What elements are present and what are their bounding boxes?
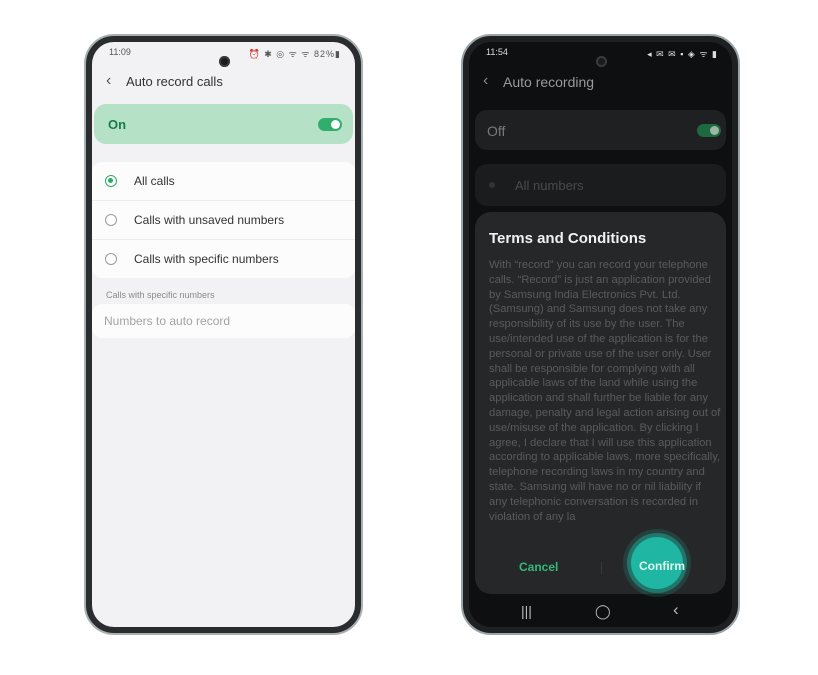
- master-toggle-switch[interactable]: [697, 124, 721, 137]
- option-unsaved-numbers[interactable]: Calls with unsaved numbers: [92, 200, 355, 239]
- status-time: 11:09: [109, 47, 131, 57]
- radio-unselected-icon[interactable]: [105, 214, 117, 226]
- terms-dialog: Terms and Conditions With “record” you c…: [475, 212, 726, 594]
- status-time: 11:54: [486, 47, 508, 57]
- back-arrow-icon[interactable]: ‹: [106, 72, 111, 90]
- page-title: Auto recording: [503, 74, 595, 90]
- numbers-field-container: [92, 304, 355, 338]
- button-divider: [601, 562, 602, 574]
- home-icon[interactable]: ◯: [595, 603, 611, 620]
- radio-icon: [489, 182, 495, 188]
- master-toggle-switch[interactable]: [318, 118, 342, 131]
- dialog-body-text: With “record” you can record your teleph…: [489, 259, 721, 523]
- page-title: Auto record calls: [126, 74, 223, 89]
- front-camera: [219, 56, 230, 67]
- app-bar: ‹ Auto recording: [469, 66, 732, 98]
- status-icons: ⏰ ✱ ◎ ᯤ ᯤ 82%▮: [248, 49, 341, 59]
- status-icons: ◂ ✉ ✉ ▪ ◈ ᯤ ▮: [647, 49, 718, 59]
- confirm-button[interactable]: Confirm: [633, 558, 691, 574]
- recents-icon[interactable]: |||: [521, 603, 532, 619]
- master-switch-label: On: [108, 117, 127, 132]
- radio-selected-icon[interactable]: [105, 175, 117, 187]
- right-phone-screen: 11:54 ◂ ✉ ✉ ▪ ◈ ᯤ ▮ ‹ Auto recording Off…: [469, 42, 732, 627]
- option-label: All calls: [134, 174, 175, 188]
- left-phone: 11:09 ⏰ ✱ ◎ ᯤ ᯤ 82%▮ ‹ Auto record calls…: [84, 34, 363, 635]
- toggle-knob: [710, 126, 719, 135]
- option-label: Calls with specific numbers: [134, 252, 279, 266]
- radio-unselected-icon[interactable]: [105, 253, 117, 265]
- toggle-knob: [331, 120, 340, 129]
- app-bar: ‹ Auto record calls: [92, 66, 355, 98]
- option-specific-numbers[interactable]: Calls with specific numbers: [92, 239, 355, 278]
- front-camera: [596, 56, 607, 67]
- option-label: Calls with unsaved numbers: [134, 213, 285, 227]
- back-nav-icon[interactable]: ‹: [673, 600, 679, 620]
- call-options-list: All calls Calls with unsaved numbers Cal…: [92, 162, 355, 278]
- master-switch-row[interactable]: Off: [475, 110, 726, 150]
- navigation-bar: ||| ◯ ‹: [469, 597, 732, 627]
- option-all-calls[interactable]: All calls: [92, 162, 355, 200]
- back-arrow-icon[interactable]: ‹: [483, 72, 488, 90]
- option-label: All numbers: [515, 178, 584, 193]
- left-phone-screen: 11:09 ⏰ ✱ ◎ ᯤ ᯤ 82%▮ ‹ Auto record calls…: [92, 42, 355, 627]
- option-all-numbers: All numbers: [475, 164, 726, 206]
- numbers-to-auto-record-input[interactable]: [102, 313, 336, 329]
- section-header: Calls with specific numbers: [106, 290, 215, 300]
- master-switch-row[interactable]: On: [94, 104, 353, 144]
- right-phone: 11:54 ◂ ✉ ✉ ▪ ◈ ᯤ ▮ ‹ Auto recording Off…: [461, 34, 740, 635]
- dialog-title: Terms and Conditions: [489, 230, 647, 247]
- cancel-button[interactable]: Cancel: [513, 559, 564, 575]
- master-switch-label: Off: [487, 123, 506, 139]
